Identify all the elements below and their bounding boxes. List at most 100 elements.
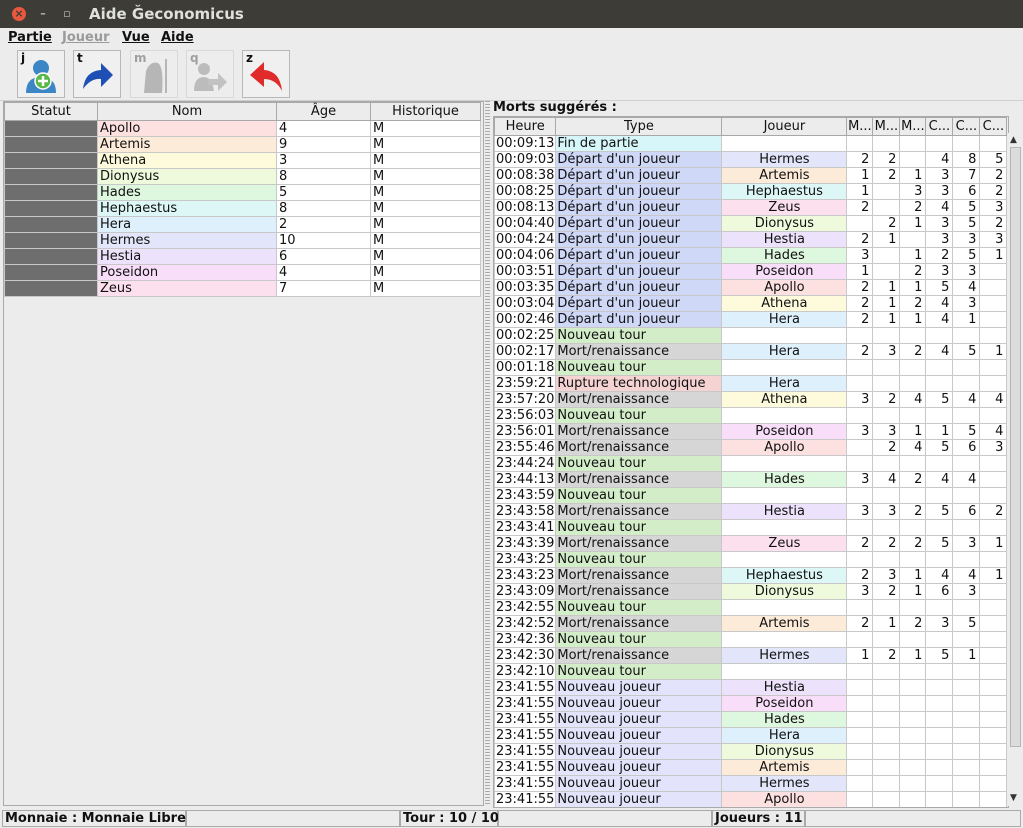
event-value-cell[interactable] xyxy=(872,359,901,376)
event-value-cell[interactable] xyxy=(952,727,981,744)
player-row[interactable]: Athena 3 M xyxy=(4,152,481,169)
event-value-cell[interactable] xyxy=(979,279,1008,296)
event-row[interactable]: 23:42:52 Mort/renaissance Artemis 2 1 2 3 5 xyxy=(494,615,1008,632)
event-row[interactable]: 23:43:41 Nouveau tour xyxy=(494,519,1008,536)
event-value-cell[interactable]: 2 xyxy=(872,391,901,408)
event-value-cell[interactable] xyxy=(872,519,901,536)
menu-vue[interactable]: Vue xyxy=(122,30,150,45)
event-time-cell[interactable]: 00:03:35 xyxy=(494,279,557,296)
event-row[interactable]: 23:42:10 Nouveau tour xyxy=(494,663,1008,680)
event-time-cell[interactable]: 23:56:01 xyxy=(494,423,557,440)
event-value-cell[interactable] xyxy=(952,487,981,504)
event-value-cell[interactable]: 1 xyxy=(872,279,901,296)
event-value-cell[interactable] xyxy=(872,759,901,776)
event-value-cell[interactable]: 4 xyxy=(952,567,981,584)
event-value-cell[interactable] xyxy=(899,327,927,344)
event-value-cell[interactable]: 1 xyxy=(899,279,927,296)
event-value-cell[interactable] xyxy=(952,455,981,472)
event-value-cell[interactable]: 4 xyxy=(952,279,981,296)
event-value-cell[interactable] xyxy=(979,679,1008,696)
player-history-cell[interactable]: M xyxy=(370,168,481,185)
player-history-cell[interactable]: M xyxy=(370,200,481,217)
event-value-cell[interactable]: 6 xyxy=(925,583,954,600)
event-value-cell[interactable] xyxy=(872,375,901,392)
column-header-statut[interactable]: Statut xyxy=(4,102,98,121)
event-value-cell[interactable]: 7 xyxy=(952,167,981,184)
event-row[interactable]: 00:04:40 Départ d'un joueur Dionysus 2 1 3 5 2 xyxy=(494,215,1008,232)
event-player-cell[interactable]: Hephaestus xyxy=(721,183,848,200)
event-value-cell[interactable]: 4 xyxy=(925,567,954,584)
event-value-cell[interactable] xyxy=(846,455,874,472)
event-value-cell[interactable]: 2 xyxy=(899,535,927,552)
column-header-joueur[interactable]: Joueur xyxy=(721,117,848,136)
event-value-cell[interactable] xyxy=(979,759,1008,776)
event-value-cell[interactable] xyxy=(899,791,927,807)
event-value-cell[interactable]: 1 xyxy=(899,311,927,328)
event-value-cell[interactable]: 3 xyxy=(952,583,981,600)
event-value-cell[interactable] xyxy=(925,711,954,728)
event-value-cell[interactable] xyxy=(846,487,874,504)
event-player-cell[interactable]: Artemis xyxy=(721,167,848,184)
event-value-cell[interactable] xyxy=(925,679,954,696)
event-value-cell[interactable] xyxy=(899,359,927,376)
event-row[interactable]: 23:56:01 Mort/renaissance Poseidon 3 3 1 1 5 4 xyxy=(494,423,1008,440)
event-player-cell[interactable] xyxy=(721,599,848,616)
event-row[interactable]: 23:41:55 Nouveau joueur Artemis xyxy=(494,759,1008,776)
event-type-cell[interactable]: Nouveau joueur xyxy=(555,759,723,776)
event-value-cell[interactable] xyxy=(846,631,874,648)
event-time-cell[interactable]: 00:04:40 xyxy=(494,215,557,232)
event-row[interactable]: 23:43:09 Mort/renaissance Dionysus 3 2 1 6 3 xyxy=(494,583,1008,600)
event-type-cell[interactable]: Mort/renaissance xyxy=(555,439,723,456)
event-time-cell[interactable]: 23:59:21 xyxy=(494,375,557,392)
event-value-cell[interactable] xyxy=(979,695,1008,712)
event-value-cell[interactable]: 1 xyxy=(979,343,1008,360)
event-value-cell[interactable] xyxy=(872,727,901,744)
event-row[interactable]: 23:41:55 Nouveau joueur Hermes xyxy=(494,775,1008,792)
menu-joueur[interactable]: Joueur xyxy=(62,30,110,45)
event-value-cell[interactable] xyxy=(925,359,954,376)
event-time-cell[interactable]: 23:42:30 xyxy=(494,647,557,664)
next-turn-button[interactable]: t xyxy=(73,50,121,98)
event-value-cell[interactable]: 4 xyxy=(925,199,954,216)
event-value-cell[interactable] xyxy=(979,519,1008,536)
event-type-cell[interactable]: Départ d'un joueur xyxy=(555,183,723,200)
event-value-cell[interactable]: 2 xyxy=(846,199,874,216)
event-time-cell[interactable]: 00:02:17 xyxy=(494,343,557,360)
event-row[interactable]: 23:59:21 Rupture technologique Hera xyxy=(494,375,1008,392)
event-value-cell[interactable] xyxy=(846,215,874,232)
column-header-m3[interactable]: M... xyxy=(899,117,927,136)
event-time-cell[interactable]: 23:43:41 xyxy=(494,519,557,536)
event-value-cell[interactable] xyxy=(846,599,874,616)
event-value-cell[interactable]: 1 xyxy=(899,167,927,184)
event-value-cell[interactable] xyxy=(872,695,901,712)
event-time-cell[interactable]: 23:44:13 xyxy=(494,471,557,488)
event-value-cell[interactable] xyxy=(979,663,1008,680)
event-value-cell[interactable] xyxy=(925,759,954,776)
event-value-cell[interactable] xyxy=(925,727,954,744)
split-pane-divider[interactable] xyxy=(485,101,490,806)
event-time-cell[interactable]: 23:42:36 xyxy=(494,631,557,648)
event-value-cell[interactable]: 2 xyxy=(979,503,1008,520)
event-value-cell[interactable]: 6 xyxy=(952,439,981,456)
event-value-cell[interactable] xyxy=(952,519,981,536)
event-player-cell[interactable]: Zeus xyxy=(721,535,848,552)
event-player-cell[interactable] xyxy=(721,407,848,424)
event-value-cell[interactable] xyxy=(872,631,901,648)
event-value-cell[interactable] xyxy=(846,727,874,744)
event-value-cell[interactable]: 2 xyxy=(846,231,874,248)
event-value-cell[interactable] xyxy=(846,663,874,680)
event-value-cell[interactable] xyxy=(979,551,1008,568)
event-row[interactable]: 00:02:25 Nouveau tour xyxy=(494,327,1008,344)
event-value-cell[interactable] xyxy=(899,151,927,168)
event-time-cell[interactable]: 00:02:25 xyxy=(494,327,557,344)
event-value-cell[interactable]: 4 xyxy=(979,423,1008,440)
event-value-cell[interactable] xyxy=(952,679,981,696)
event-type-cell[interactable]: Nouveau tour xyxy=(555,407,723,424)
event-value-cell[interactable] xyxy=(979,775,1008,792)
player-name-cell[interactable]: Poseidon xyxy=(97,264,277,281)
event-value-cell[interactable]: 1 xyxy=(952,311,981,328)
event-time-cell[interactable]: 00:08:38 xyxy=(494,167,557,184)
event-player-cell[interactable]: Zeus xyxy=(721,199,848,216)
event-value-cell[interactable] xyxy=(872,135,901,152)
event-type-cell[interactable]: Nouveau joueur xyxy=(555,743,723,760)
